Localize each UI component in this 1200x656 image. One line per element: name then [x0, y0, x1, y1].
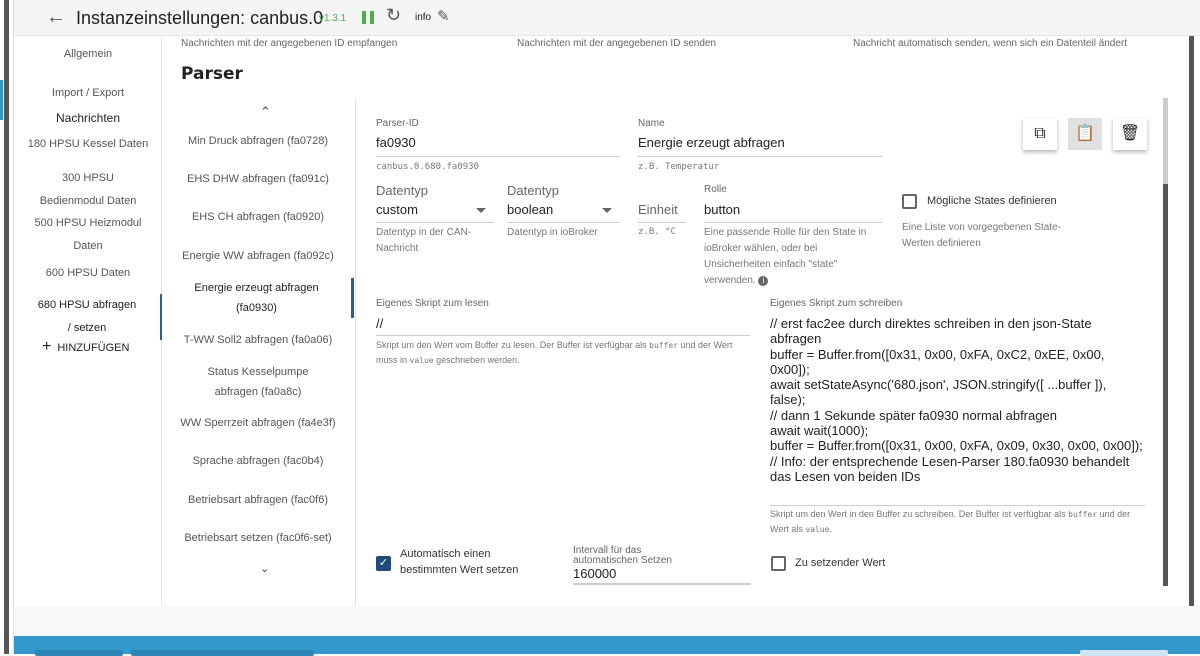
- parser-list: ⌃ Min Druck abfragen (fa0728) EHS DHW ab…: [162, 98, 356, 606]
- parser-item[interactable]: Sprache abfragen (fac0b4): [162, 451, 354, 471]
- parser-item[interactable]: Status Kesselpumpe abfragen (fa0a8c): [162, 362, 354, 402]
- parser-item[interactable]: EHS DHW abfragen (fa091c): [162, 169, 354, 189]
- settings-nav: Allgemein Import / Export Nachrichten 18…: [14, 36, 162, 606]
- unit-input[interactable]: Einheit: [638, 202, 686, 223]
- desc-send: Nachrichten mit der angegebenen ID sende…: [517, 38, 717, 49]
- parser-item[interactable]: Energie WW abfragen (fa092c): [162, 246, 354, 266]
- nav-item-500[interactable]: 500 HPSU Heizmodul Daten: [14, 212, 162, 258]
- set-value-label: Zu setzender Wert: [795, 557, 886, 569]
- role-label: Rolle: [704, 184, 727, 195]
- window-edge: [0, 0, 14, 654]
- scroll-down-chevron-icon[interactable]: ⌄: [260, 562, 269, 575]
- role-help: Eine passende Rolle für den State in ioB…: [704, 225, 882, 289]
- iob-type-select[interactable]: boolean: [507, 202, 620, 223]
- copy-button[interactable]: ⧉: [1023, 118, 1057, 150]
- read-script-label: Eigenes Skript zum lesen: [376, 298, 489, 309]
- back-arrow-icon[interactable]: ←: [46, 6, 66, 29]
- can-type-label: Datentyp: [376, 183, 429, 198]
- parser-item[interactable]: EHS CH abfragen (fa0920): [162, 207, 354, 227]
- interval-input[interactable]: 160000: [573, 566, 751, 585]
- parser-id-help: canbus.0.680.fa0930: [376, 162, 479, 172]
- version-label: v1.3.1: [319, 13, 347, 24]
- clipboard-icon: 📋: [1075, 125, 1095, 142]
- iob-type-label: Datentyp: [507, 183, 560, 198]
- nav-item-180[interactable]: 180 HPSU Kessel Daten: [14, 133, 162, 156]
- plus-icon: +: [42, 338, 52, 355]
- page-title: Instanzeinstellungen: canbus.0: [76, 8, 324, 28]
- nav-item-680[interactable]: 680 HPSU abfragen / setzen: [14, 294, 162, 340]
- scroll-up-chevron-icon[interactable]: ⌃: [260, 104, 271, 120]
- parser-id-input[interactable]: fa0930: [376, 135, 620, 157]
- unit-help: z.B. °C: [638, 227, 676, 237]
- parser-item[interactable]: WW Sperrzeit abfragen (fa4e3f): [162, 413, 354, 433]
- states-help: Eine Liste von vorgegebenen State-Werten…: [902, 222, 1061, 249]
- read-script-input[interactable]: //: [376, 316, 750, 336]
- trash-icon: 🗑: [1119, 125, 1141, 142]
- can-type-select[interactable]: custom: [376, 202, 494, 223]
- footer: [14, 606, 1200, 636]
- edit-pencil-icon[interactable]: ✎: [437, 7, 450, 25]
- parser-item[interactable]: Betriebsart abfragen (fac0f6): [162, 490, 354, 510]
- auto-set-label: Automatisch einen bestimmten Wert setzen: [400, 548, 519, 576]
- interval-label: Intervall für das automatischen Setzen: [573, 545, 672, 566]
- states-checkbox[interactable]: [902, 194, 917, 209]
- info-label: info: [415, 12, 432, 23]
- dropdown-arrow-icon: [476, 208, 486, 213]
- parser-item[interactable]: Betriebsart setzen (fac0f6-set): [162, 528, 354, 548]
- parser-item[interactable]: Min Druck abfragen (fa0728): [162, 131, 354, 151]
- states-label: Mögliche States definieren: [927, 195, 1057, 207]
- set-value-checkbox[interactable]: [771, 556, 786, 571]
- can-type-help: Datentyp in der CAN-Nachricht: [376, 227, 472, 254]
- reload-icon[interactable]: ↻: [386, 5, 401, 26]
- iob-type-value: boolean: [507, 202, 554, 217]
- nav-item-300[interactable]: 300 HPSU Bedienmodul Daten: [14, 167, 162, 213]
- parser-id-label: Parser-ID: [376, 118, 419, 129]
- read-script-help: Skript um den Wert vom Buffer zu lesen. …: [376, 340, 733, 365]
- name-help: z.B. Temperatur: [638, 162, 720, 172]
- role-input[interactable]: button: [704, 202, 882, 223]
- can-type-value: custom: [376, 202, 418, 217]
- desc-receive: Nachrichten mit der angegebenen ID empfa…: [181, 38, 398, 49]
- bottom-button[interactable]: [131, 650, 314, 656]
- pause-icon[interactable]: [362, 11, 374, 24]
- add-button[interactable]: + HINZUFÜGEN: [42, 338, 129, 356]
- role-help-text: Eine passende Rolle für den State in ioB…: [704, 227, 867, 286]
- info-icon[interactable]: i: [758, 276, 769, 286]
- dropdown-arrow-icon: [602, 208, 612, 213]
- iob-type-help: Datentyp in ioBroker: [507, 227, 598, 238]
- write-script-help: Skript um den Wert in den Buffer zu schr…: [770, 509, 1131, 534]
- page-scrollbar[interactable]: [1189, 36, 1194, 606]
- nav-item-allgemein[interactable]: Allgemein: [14, 43, 162, 66]
- nav-item-import-export[interactable]: Import / Export: [14, 82, 162, 105]
- desc-auto-send: Nachricht automatisch senden, wenn sich …: [853, 38, 1128, 49]
- delete-button[interactable]: 🗑: [1113, 118, 1147, 150]
- auto-set-checkbox[interactable]: ✓: [376, 556, 391, 571]
- bottom-button[interactable]: [1080, 650, 1168, 656]
- nav-item-600[interactable]: 600 HPSU Daten: [14, 262, 162, 285]
- name-label: Name: [638, 118, 665, 129]
- write-script-input[interactable]: // erst fac2ee durch direktes schreiben …: [770, 316, 1145, 506]
- copy-icon: ⧉: [1034, 125, 1046, 142]
- check-icon: ✓: [378, 557, 389, 569]
- bottom-button[interactable]: [35, 650, 123, 656]
- header: ← Instanzeinstellungen: canbus.0 v1.3.1 …: [14, 0, 1200, 36]
- parser-item-selected[interactable]: Energie erzeugt abfragen (fa0930): [162, 278, 354, 318]
- add-label: HINZUFÜGEN: [57, 342, 130, 354]
- bottom-bar: [14, 636, 1200, 656]
- parser-item[interactable]: T-WW Soll2 abfragen (fa0a06): [162, 330, 354, 350]
- nav-item-nachrichten[interactable]: Nachrichten: [14, 107, 162, 130]
- name-input[interactable]: Energie erzeugt abfragen: [638, 135, 882, 157]
- form-scrollbar[interactable]: [1163, 98, 1168, 586]
- section-title: Parser: [181, 64, 243, 84]
- write-script-label: Eigenes Skript zum schreiben: [770, 298, 903, 309]
- paste-button[interactable]: 📋: [1068, 118, 1102, 150]
